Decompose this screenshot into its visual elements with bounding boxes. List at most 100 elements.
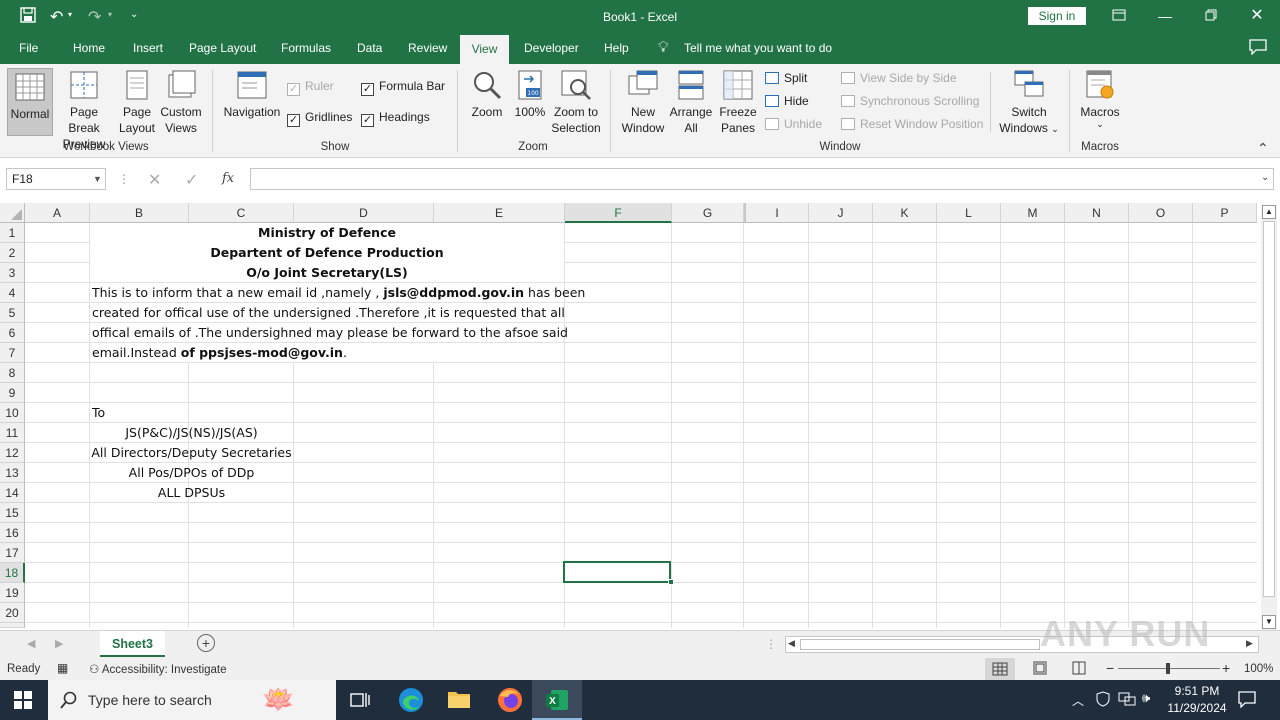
name-box[interactable]: F18 ▼ <box>6 168 106 190</box>
spreadsheet-grid[interactable]: A B C D E F G I J K L M N O P 1 2 3 4 5 … <box>0 203 1257 628</box>
security-shield-icon[interactable] <box>1096 691 1110 710</box>
reset-window-position-button[interactable]: Reset Window Position <box>841 117 983 131</box>
split-button[interactable]: Split <box>765 71 807 85</box>
column-header-a[interactable]: A <box>25 203 90 223</box>
row-header[interactable]: 10 <box>0 403 25 423</box>
collapse-ribbon-icon[interactable]: ⌃ <box>1257 140 1269 157</box>
column-header-f[interactable]: F <box>565 203 672 223</box>
navigation-button[interactable]: Navigation <box>221 70 283 120</box>
zoom-slider-thumb[interactable] <box>1166 663 1170 674</box>
zoom-in-icon[interactable]: + <box>1222 660 1230 676</box>
zoom-out-icon[interactable]: − <box>1106 660 1114 676</box>
synchronous-scrolling-button[interactable]: Synchronous Scrolling <box>841 94 979 108</box>
tab-developer[interactable]: Developer <box>524 41 579 55</box>
row-header[interactable]: 6 <box>0 323 25 343</box>
scroll-down-arrow-icon[interactable]: ▼ <box>1262 615 1276 629</box>
row-header[interactable]: 7 <box>0 343 25 363</box>
accessibility-checker[interactable]: ⚇ Accessibility: Investigate <box>89 662 227 676</box>
cancel-icon[interactable]: ✕ <box>148 170 161 190</box>
page-layout-view-button[interactable]: Page Layout <box>116 70 158 136</box>
row-header[interactable]: 20 <box>0 603 25 623</box>
restore-button[interactable] <box>1196 6 1226 26</box>
cell-b12[interactable]: All Directors/Deputy Secretaries <box>90 443 293 463</box>
clock-time[interactable]: 9:51 PM <box>1172 684 1222 698</box>
show-hidden-icons-icon[interactable]: ︿ <box>1072 692 1084 709</box>
page-break-preview-button[interactable]: Page Break Preview <box>54 70 114 152</box>
arrange-all-button[interactable]: Arrange All <box>668 70 714 136</box>
scroll-left-arrow-icon[interactable]: ◀ <box>788 638 795 649</box>
column-header-k[interactable]: K <box>873 203 937 223</box>
zoom-level[interactable]: 100% <box>1244 663 1273 675</box>
tab-review[interactable]: Review <box>408 41 447 55</box>
expand-formula-bar-icon[interactable]: ⌄ <box>1261 172 1269 183</box>
zoom-to-selection-button[interactable]: Zoom to Selection <box>549 70 603 136</box>
insert-function-icon[interactable]: fx <box>222 171 234 186</box>
tab-formulas[interactable]: Formulas <box>281 41 331 55</box>
row-header[interactable]: 15 <box>0 503 25 523</box>
cell-b2-merged[interactable]: Departent of Defence Production <box>90 243 564 263</box>
split-handle-icon[interactable]: ⋮ <box>765 637 777 651</box>
column-header-e[interactable]: E <box>434 203 565 223</box>
tab-view[interactable]: View <box>460 35 509 64</box>
formula-input[interactable] <box>250 168 1274 190</box>
scroll-right-arrow-icon[interactable]: ▶ <box>1246 638 1253 649</box>
cell-b11[interactable]: JS(P&C)/JS(NS)/JS(AS) <box>90 423 293 443</box>
zoom-100-button[interactable]: 100 100% <box>511 70 549 120</box>
column-header-j[interactable]: J <box>809 203 873 223</box>
normal-view-status-button[interactable] <box>985 658 1015 680</box>
row-header[interactable]: 1 <box>0 223 25 243</box>
tab-file[interactable]: File <box>19 41 38 55</box>
row-header[interactable]: 12 <box>0 443 25 463</box>
scroll-sheets-left-icon[interactable]: ◀ <box>27 637 35 650</box>
tab-page-layout[interactable]: Page Layout <box>189 41 256 55</box>
row-header[interactable]: 4 <box>0 283 25 303</box>
row-header[interactable]: 13 <box>0 463 25 483</box>
tell-me-search[interactable]: Tell me what you want to do <box>684 41 832 55</box>
cell-b4[interactable]: This is to inform that a new email id ,n… <box>90 283 585 302</box>
cell-b3-merged[interactable]: O/o Joint Secretary(LS) <box>90 263 564 282</box>
column-header-l[interactable]: L <box>937 203 1001 223</box>
cell-b7[interactable]: email.Instead of ppsjses-mod@gov.in. <box>90 343 564 362</box>
gridlines-checkbox[interactable]: ✓ Gridlines <box>287 110 352 127</box>
row-header[interactable]: 9 <box>0 383 25 403</box>
page-break-status-icon[interactable] <box>1072 661 1086 678</box>
tab-insert[interactable]: Insert <box>133 41 163 55</box>
row-header[interactable]: 8 <box>0 363 25 383</box>
network-icon[interactable] <box>1118 691 1136 710</box>
column-header-c[interactable]: C <box>189 203 294 223</box>
new-sheet-icon[interactable]: + <box>197 634 215 652</box>
switch-windows-button[interactable]: Switch Windows ⌄ <box>996 70 1062 137</box>
page-layout-status-icon[interactable] <box>1033 661 1047 678</box>
row-header[interactable]: 16 <box>0 523 25 543</box>
column-header-d[interactable]: D <box>294 203 434 223</box>
normal-view-button[interactable]: Normal <box>7 68 53 136</box>
cell-b1-merged[interactable]: Ministry of Defence <box>90 223 564 243</box>
row-header[interactable]: 11 <box>0 423 25 443</box>
enter-icon[interactable]: ✓ <box>185 170 198 190</box>
row-header-selected[interactable]: 18 <box>0 563 25 583</box>
custom-views-button[interactable]: Custom Views <box>158 70 204 136</box>
vertical-scroll-thumb[interactable] <box>1263 221 1275 597</box>
active-cell-f18[interactable] <box>563 561 671 583</box>
tab-help[interactable]: Help <box>604 41 629 55</box>
sign-in-button[interactable]: Sign in <box>1028 7 1086 25</box>
tab-data[interactable]: Data <box>357 41 382 55</box>
file-explorer-icon[interactable] <box>447 688 471 713</box>
clock-date[interactable]: 11/29/2024 <box>1165 701 1229 715</box>
unhide-button[interactable]: Unhide <box>765 117 822 131</box>
volume-icon[interactable]: 🕪︎ <box>1142 690 1150 706</box>
comments-icon[interactable] <box>1249 39 1267 58</box>
macro-recording-icon[interactable]: ▦ <box>57 661 68 675</box>
tab-home[interactable]: Home <box>73 41 105 55</box>
cell-b5[interactable]: created for offical use of the undersign… <box>90 303 565 322</box>
sheet-tab-sheet3[interactable]: Sheet3 <box>100 631 165 657</box>
fill-handle[interactable] <box>668 579 674 585</box>
row-header[interactable]: 19 <box>0 583 25 603</box>
column-header-g[interactable]: G <box>672 203 744 223</box>
column-header-n[interactable]: N <box>1065 203 1129 223</box>
row-header[interactable]: 14 <box>0 483 25 503</box>
ruler-checkbox[interactable]: ✓ Ruler <box>287 79 334 96</box>
view-side-by-side-button[interactable]: View Side by Side <box>841 71 957 85</box>
firefox-icon[interactable] <box>497 687 523 716</box>
hide-button[interactable]: Hide <box>765 94 809 108</box>
